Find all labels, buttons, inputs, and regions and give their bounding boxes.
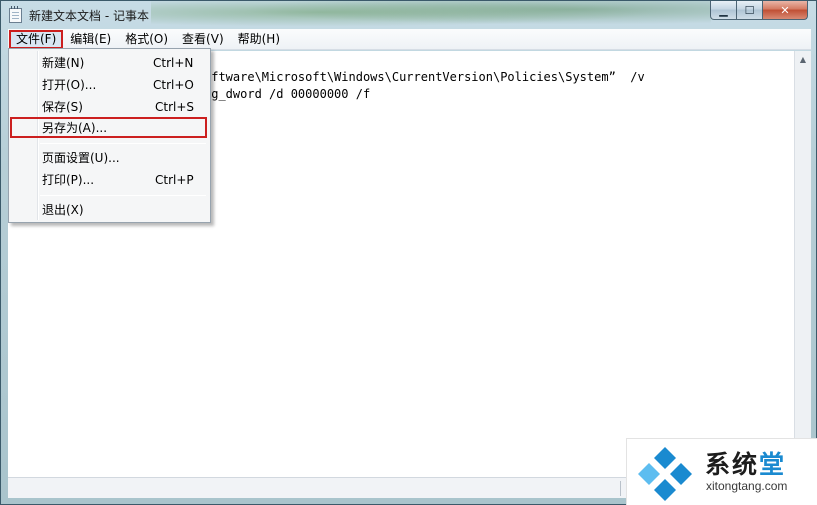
- caption-buttons: ▁ ☐ ✕: [710, 1, 808, 20]
- menu-item-label: 打印(P)...: [42, 173, 95, 187]
- maximize-button[interactable]: ☐: [737, 1, 763, 20]
- file-menu-dropdown: 新建(N) Ctrl+N 打开(O)... Ctrl+O 保存(S) Ctrl+…: [8, 48, 211, 223]
- window-title: 新建文本文档 - 记事本: [29, 9, 149, 23]
- menu-item-open[interactable]: 打开(O)... Ctrl+O: [11, 74, 208, 95]
- menu-edit[interactable]: 编辑(E): [63, 30, 118, 49]
- menu-item-exit[interactable]: 退出(X): [11, 199, 208, 220]
- watermark-brand: 系统堂: [705, 445, 786, 481]
- menu-item-page-setup[interactable]: 页面设置(U)...: [11, 147, 208, 168]
- watermark-brand-main: 系统: [705, 450, 760, 479]
- menu-separator: [40, 143, 206, 144]
- menu-item-new[interactable]: 新建(N) Ctrl+N: [11, 52, 208, 73]
- menu-item-label: 打开(O)...: [42, 78, 97, 92]
- watermark-brand-accent: 堂: [759, 450, 787, 479]
- menu-item-label: 另存为(A)...: [42, 121, 108, 135]
- menu-item-label: 保存(S): [42, 100, 83, 114]
- scroll-up-icon[interactable]: ▲: [795, 51, 811, 68]
- status-divider: [620, 481, 621, 496]
- menu-item-print[interactable]: 打印(P)... Ctrl+P: [11, 169, 208, 190]
- menu-format[interactable]: 格式(O): [118, 30, 175, 49]
- editor-line-2: eg_dword /d 00000000 /f: [204, 87, 371, 101]
- minimize-button[interactable]: ▁: [710, 1, 737, 20]
- menu-file[interactable]: 文件(F): [9, 29, 64, 49]
- menu-bar: 文件(F) 编辑(E) 格式(O) 查看(V) 帮助(H): [8, 29, 811, 50]
- menu-item-save-as[interactable]: 另存为(A)...: [10, 117, 207, 138]
- menu-item-label: 退出(X): [42, 203, 84, 217]
- menu-item-shortcut: Ctrl+P: [155, 172, 194, 187]
- menu-item-label: 新建(N): [42, 56, 85, 70]
- minimize-icon: ▁: [719, 3, 728, 17]
- menu-item-label: 页面设置(U)...: [42, 151, 120, 165]
- title-bar[interactable]: 新建文本文档 - 记事本 ▁ ☐ ✕: [1, 1, 816, 29]
- menu-help[interactable]: 帮助(H): [231, 30, 287, 49]
- diamond-logo-icon: [638, 447, 692, 501]
- close-icon: ✕: [780, 3, 790, 17]
- editor-line-1: oftware\Microsoft\Windows\CurrentVersion…: [204, 70, 645, 84]
- menu-separator: [40, 195, 206, 196]
- close-button[interactable]: ✕: [763, 1, 808, 20]
- menu-item-shortcut: Ctrl+O: [153, 77, 194, 92]
- menu-view[interactable]: 查看(V): [175, 30, 231, 49]
- menu-item-shortcut: Ctrl+S: [155, 99, 195, 114]
- watermark-url: xitongtang.com: [706, 479, 788, 493]
- menu-item-shortcut: Ctrl+N: [153, 55, 194, 70]
- vertical-scrollbar[interactable]: ▲ ▼: [794, 51, 811, 477]
- site-watermark: 系统堂 xitongtang.com: [626, 438, 817, 505]
- maximize-icon: ☐: [744, 3, 755, 17]
- notepad-icon[interactable]: [9, 6, 22, 23]
- menu-item-save[interactable]: 保存(S) Ctrl+S: [11, 96, 208, 117]
